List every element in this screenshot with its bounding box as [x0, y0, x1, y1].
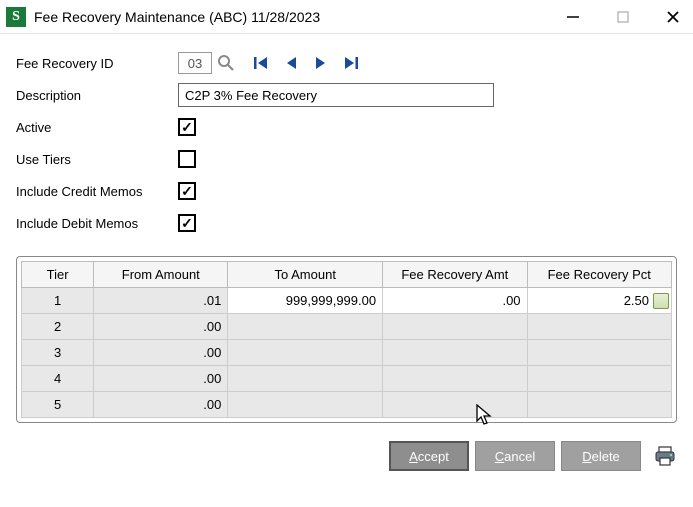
- fee-recovery-pct-cell[interactable]: [527, 392, 671, 418]
- table-row[interactable]: 3.00: [22, 340, 672, 366]
- tier-cell[interactable]: 1: [22, 288, 94, 314]
- title-bar: S Fee Recovery Maintenance (ABC) 11/28/2…: [0, 0, 693, 34]
- minimize-button[interactable]: [561, 5, 585, 29]
- cancel-button[interactable]: Cancel: [475, 441, 555, 471]
- calculator-icon[interactable]: [653, 293, 669, 309]
- col-header-amt[interactable]: Fee Recovery Amt: [383, 262, 527, 288]
- use-tiers-label: Use Tiers: [16, 152, 178, 167]
- col-header-to[interactable]: To Amount: [228, 262, 383, 288]
- maximize-button[interactable]: [611, 5, 635, 29]
- col-header-tier[interactable]: Tier: [22, 262, 94, 288]
- fee-recovery-amt-cell[interactable]: [383, 340, 527, 366]
- fee-recovery-amt-cell[interactable]: [383, 314, 527, 340]
- table-row[interactable]: 5.00: [22, 392, 672, 418]
- fee-recovery-amt-cell[interactable]: .00: [383, 288, 527, 314]
- active-label: Active: [16, 120, 178, 135]
- app-icon: S: [6, 7, 26, 27]
- include-debit-memos-label: Include Debit Memos: [16, 216, 178, 231]
- fee-recovery-amt-cell[interactable]: [383, 366, 527, 392]
- fee-recovery-pct-cell[interactable]: [527, 314, 671, 340]
- to-amount-cell[interactable]: 999,999,999.00: [228, 288, 383, 314]
- nav-last-icon[interactable]: [340, 52, 362, 74]
- fee-recovery-id-label: Fee Recovery ID: [16, 56, 178, 71]
- lookup-icon[interactable]: [214, 51, 238, 75]
- from-amount-cell[interactable]: .00: [94, 366, 228, 392]
- nav-first-icon[interactable]: [250, 52, 272, 74]
- close-button[interactable]: [661, 5, 685, 29]
- from-amount-cell[interactable]: .01: [94, 288, 228, 314]
- fee-recovery-pct-cell[interactable]: [527, 340, 671, 366]
- include-credit-memos-checkbox[interactable]: [178, 182, 196, 200]
- to-amount-cell[interactable]: [228, 392, 383, 418]
- from-amount-cell[interactable]: .00: [94, 392, 228, 418]
- col-header-from[interactable]: From Amount: [94, 262, 228, 288]
- col-header-pct[interactable]: Fee Recovery Pct: [527, 262, 671, 288]
- table-row[interactable]: 1.01999,999,999.00.002.50: [22, 288, 672, 314]
- fee-recovery-pct-cell[interactable]: 2.50: [527, 288, 671, 314]
- description-input[interactable]: [178, 83, 494, 107]
- include-debit-memos-checkbox[interactable]: [178, 214, 196, 232]
- tier-cell[interactable]: 4: [22, 366, 94, 392]
- active-checkbox[interactable]: [178, 118, 196, 136]
- footer-buttons: Accept Cancel Delete: [0, 431, 693, 481]
- include-credit-memos-label: Include Credit Memos: [16, 184, 178, 199]
- delete-button[interactable]: Delete: [561, 441, 641, 471]
- tier-grid: Tier From Amount To Amount Fee Recovery …: [16, 256, 677, 423]
- nav-next-icon[interactable]: [310, 52, 332, 74]
- table-row[interactable]: 2.00: [22, 314, 672, 340]
- tier-cell[interactable]: 2: [22, 314, 94, 340]
- description-label: Description: [16, 88, 178, 103]
- to-amount-cell[interactable]: [228, 340, 383, 366]
- nav-prev-icon[interactable]: [280, 52, 302, 74]
- fee-recovery-pct-cell[interactable]: [527, 366, 671, 392]
- from-amount-cell[interactable]: .00: [94, 340, 228, 366]
- to-amount-cell[interactable]: [228, 314, 383, 340]
- window-title: Fee Recovery Maintenance (ABC) 11/28/202…: [34, 9, 561, 25]
- print-icon[interactable]: [651, 443, 679, 469]
- fee-recovery-amt-cell[interactable]: [383, 392, 527, 418]
- to-amount-cell[interactable]: [228, 366, 383, 392]
- use-tiers-checkbox[interactable]: [178, 150, 196, 168]
- tier-cell[interactable]: 3: [22, 340, 94, 366]
- from-amount-cell[interactable]: .00: [94, 314, 228, 340]
- accept-button[interactable]: Accept: [389, 441, 469, 471]
- tier-cell[interactable]: 5: [22, 392, 94, 418]
- fee-recovery-id-input[interactable]: [178, 52, 212, 74]
- table-row[interactable]: 4.00: [22, 366, 672, 392]
